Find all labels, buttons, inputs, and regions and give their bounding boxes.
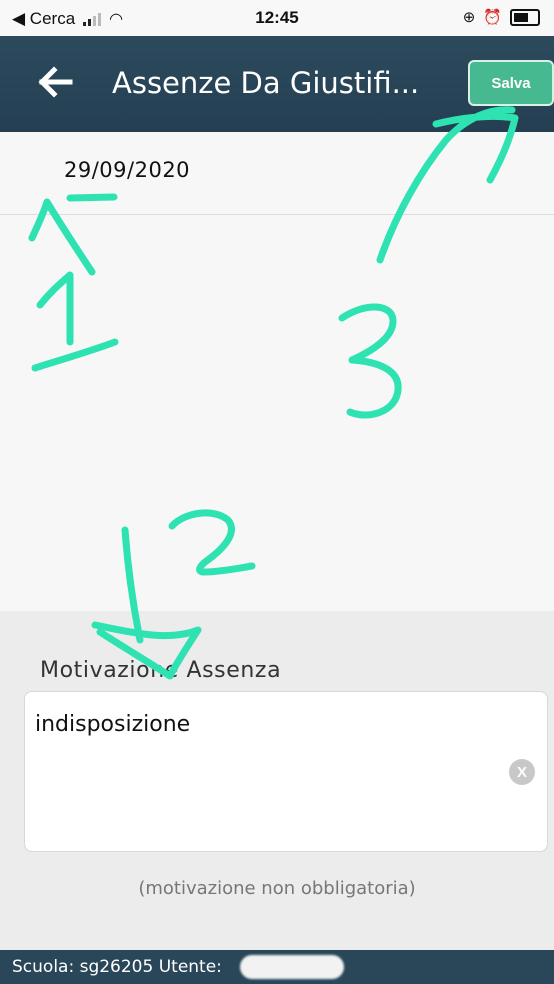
back-button[interactable] [36,62,76,102]
alarm-icon: ⏰ [483,9,502,26]
footer-text: Scuola: sg26205 Utente: [12,957,222,977]
save-button[interactable]: Salva [468,60,554,106]
status-bar: ◀ Cerca ◠ 12:45 ⊕ ⏰ [0,0,554,36]
motivation-textarea[interactable]: indisposizione X [24,691,548,852]
lock-rotation-icon: ⊕ [462,9,476,26]
battery-icon [510,8,540,26]
status-right: ⊕ ⏰ [463,8,540,26]
motivation-section: Motivazione Assenza indisposizione X (mo… [0,611,554,950]
motivation-label: Motivazione Assenza [40,658,282,683]
app-header: Assenze Da Giustifi... Salva [0,36,554,132]
redacted-username [240,955,344,979]
page-title: Assenze Da Giustifi... [112,66,420,100]
arrow-left-icon [38,66,73,98]
motivation-note: (motivazione non obbligatoria) [138,878,416,899]
date-row[interactable]: 29/09/2020 [0,132,554,215]
absence-date: 29/09/2020 [64,158,191,182]
content-area [0,215,554,611]
motivation-value: indisposizione [35,712,191,737]
footer-bar: Scuola: sg26205 Utente: [0,950,554,984]
clear-icon[interactable]: X [509,759,535,785]
